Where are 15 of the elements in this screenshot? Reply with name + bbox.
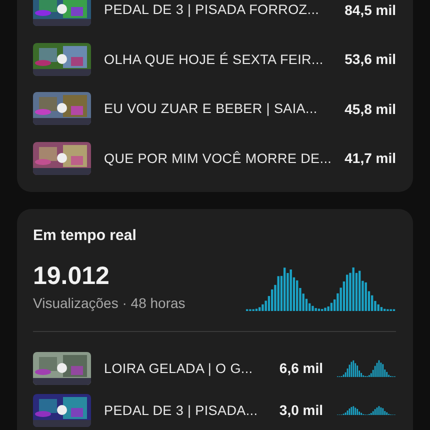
video-title[interactable]: PEDAL DE 3 | PISADA FORROZ...	[104, 2, 345, 17]
video-title[interactable]: EU VOU ZUAR E BEBER | SAIA...	[104, 101, 345, 116]
video-title[interactable]: PEDAL DE 3 | PISADA...	[104, 402, 259, 418]
total-views: 19.012	[33, 260, 110, 290]
video-title[interactable]: LOIRA GELADA | O G...	[104, 360, 259, 376]
view-count: 6,6 mil	[278, 360, 323, 376]
view-count: 3,0 mil	[278, 402, 323, 418]
views-caption: Visualizações · 48 horas	[33, 294, 186, 310]
video-title[interactable]: QUE POR MIM VOCÊ MORRE DE...	[104, 150, 345, 166]
view-count: 84,5 mil	[344, 2, 396, 18]
view-count: 41,7 mil	[344, 150, 396, 166]
video-title[interactable]: OLHA QUE HOJE É SEXTA FEIR...	[104, 52, 345, 66]
view-count: 45,8 mil	[344, 100, 396, 116]
view-count: 53,6 mil	[344, 51, 396, 67]
section-title: Em tempo real	[33, 226, 138, 244]
